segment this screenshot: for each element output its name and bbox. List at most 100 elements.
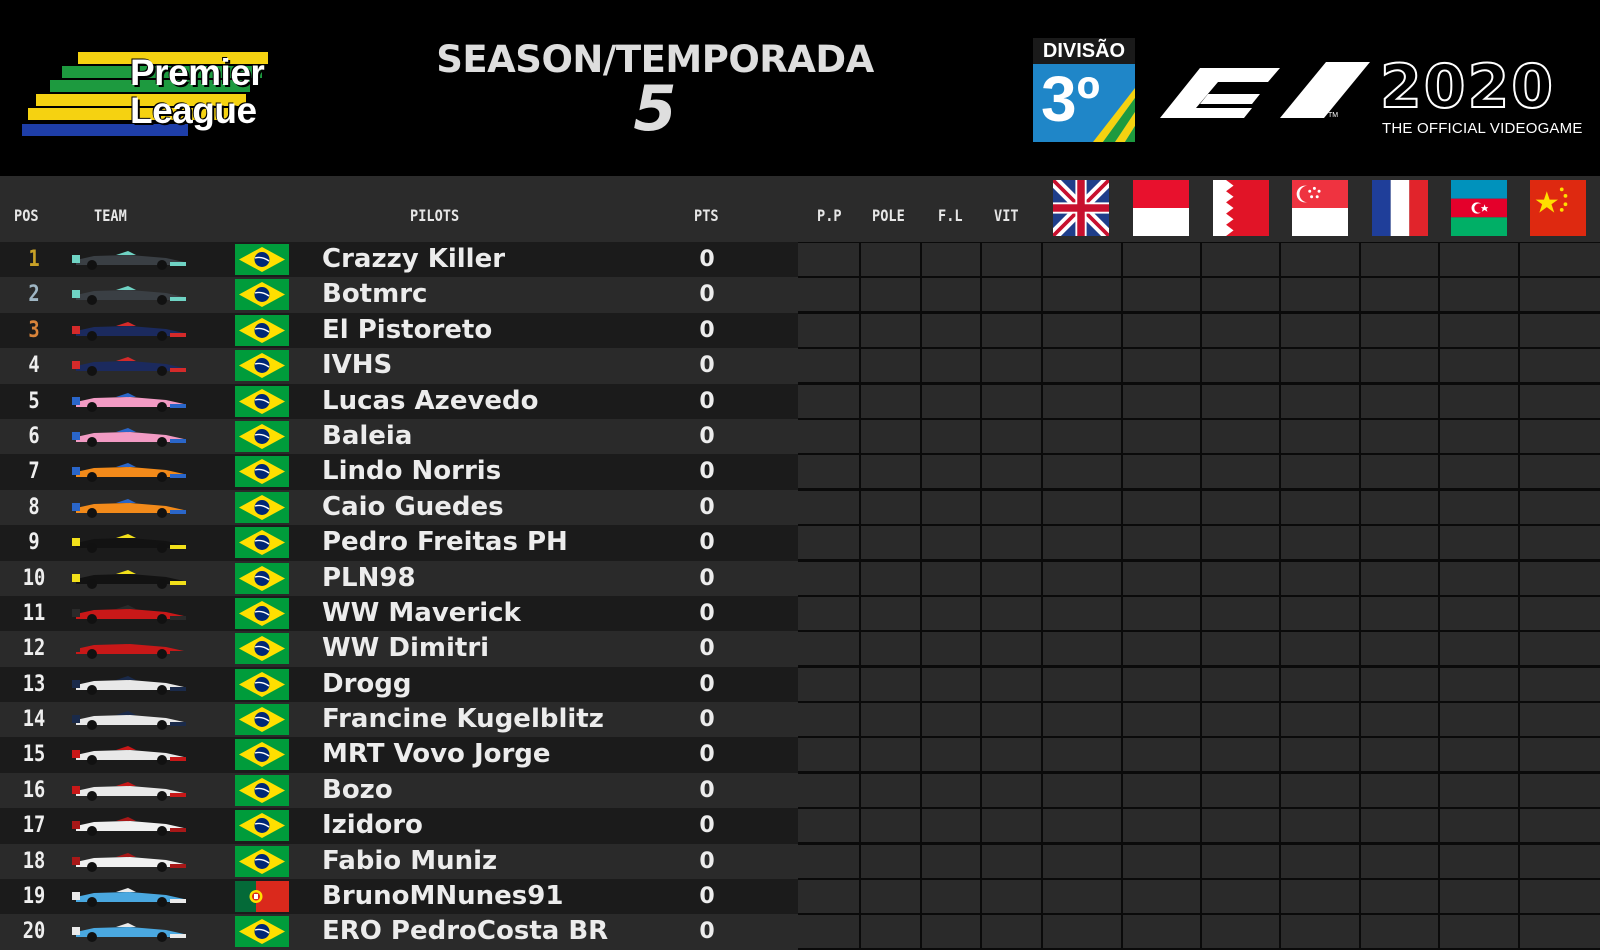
table-row: 17 Izidoro 0 (0, 808, 1600, 844)
result-cell (982, 809, 1041, 843)
result-cell (1123, 561, 1200, 595)
result-cell (1202, 349, 1279, 383)
table-row: 12 WW Dimitri 0 (0, 631, 1600, 667)
result-cell (798, 313, 859, 347)
result-cell (1043, 703, 1121, 737)
points: 0 (699, 388, 715, 414)
row-info: 13 Drogg 0 (0, 666, 798, 703)
result-cell (922, 596, 980, 630)
result-cell (982, 667, 1041, 701)
result-cell (798, 703, 859, 737)
ferrari-car-icon (72, 604, 186, 624)
brazil-flag-icon (235, 562, 289, 594)
renault-car-icon (72, 569, 186, 589)
result-cell (982, 844, 1041, 878)
result-cell (1361, 596, 1438, 630)
result-cell (1520, 738, 1600, 772)
result-cell (1202, 313, 1279, 347)
result-cell (1281, 561, 1359, 595)
position: 4 (28, 353, 40, 379)
column-pilots: PILOTS (410, 206, 460, 225)
position: 15 (22, 742, 46, 768)
result-cell (922, 561, 980, 595)
standings-table: 1 Crazzy Killer 0 2 Botmrc 0 3 El Pistoreto 0 4 IV… (0, 242, 1600, 950)
result-cell (982, 738, 1041, 772)
row-info: 16 Bozo 0 (0, 772, 798, 809)
result-cell (1043, 880, 1121, 914)
result-cell (1043, 243, 1121, 276)
singapore-flag-icon (1292, 180, 1348, 236)
points: 0 (699, 247, 715, 272)
result-cell (1281, 773, 1359, 807)
table-row: 8 Caio Guedes 0 (0, 489, 1600, 526)
pilot-name: IVHS (322, 350, 393, 381)
result-cell (1281, 243, 1359, 276)
row-info: 6 Baleia 0 (0, 418, 798, 455)
position: 7 (28, 459, 40, 485)
result-cell (1281, 278, 1359, 312)
table-row: 16 Bozo 0 (0, 772, 1600, 809)
result-cell (1440, 243, 1518, 276)
column-vit: VIT (994, 206, 1019, 225)
mercedes-car-icon (72, 286, 186, 306)
result-cell (922, 526, 980, 560)
result-cell (1202, 703, 1279, 737)
table-row: 5 Lucas Azevedo 0 (0, 383, 1600, 419)
result-cell (1281, 844, 1359, 878)
brazil-flag-icon (235, 916, 289, 948)
result-cell (1281, 384, 1359, 418)
result-cell (1361, 561, 1438, 595)
points: 0 (699, 353, 715, 379)
pilot-name: Caio Guedes (322, 491, 504, 522)
table-row: 20 ERO PedroCosta BR 0 (0, 914, 1600, 950)
result-cell (982, 703, 1041, 737)
result-cell (1043, 667, 1121, 701)
result-cell (798, 632, 859, 666)
result-cell (1281, 703, 1359, 737)
williams-car-icon (72, 888, 186, 908)
pilot-name: Bozo (322, 774, 393, 805)
points: 0 (699, 813, 715, 839)
result-cell (1520, 915, 1600, 949)
points: 0 (699, 884, 715, 910)
result-cell (1043, 526, 1121, 560)
alphatauri-car-icon (72, 711, 186, 731)
result-cell (1123, 809, 1200, 843)
position: 19 (22, 884, 46, 910)
result-cell (798, 667, 859, 701)
result-cell (922, 632, 980, 666)
result-cell (1043, 596, 1121, 630)
column-pole: POLE (872, 206, 905, 225)
points: 0 (699, 423, 715, 449)
result-cell (1361, 880, 1438, 914)
result-cell (982, 384, 1041, 418)
result-cell (861, 667, 920, 701)
table-row: 18 Fabio Muniz 0 (0, 843, 1600, 880)
result-cell (1123, 349, 1200, 383)
result-cell (1281, 632, 1359, 666)
bahrain-flag-icon (1213, 180, 1269, 236)
pilot-name: Lindo Norris (322, 456, 502, 487)
pilot-name: MRT Vovo Jorge (322, 739, 551, 770)
result-cell (861, 703, 920, 737)
result-cell (1440, 313, 1518, 347)
pilot-name: Lucas Azevedo (322, 385, 539, 416)
result-cell (1202, 773, 1279, 807)
result-cell (861, 349, 920, 383)
result-cell (1361, 490, 1438, 524)
brazil-flag-icon (235, 385, 289, 417)
monaco-flag-icon (1133, 180, 1189, 236)
game-subtitle: THE OFFICIAL VIDEOGAME (1382, 120, 1583, 137)
result-cell (1202, 419, 1279, 453)
result-cell (1123, 384, 1200, 418)
column-pos: POS (14, 206, 39, 225)
result-cell (982, 349, 1041, 383)
brazil-flag-icon (235, 739, 289, 771)
result-cell (1520, 596, 1600, 630)
position: 9 (28, 530, 40, 556)
result-cell (1123, 526, 1200, 560)
result-cell (798, 526, 859, 560)
result-cell (861, 632, 920, 666)
result-cell (922, 243, 980, 276)
result-cell (1520, 844, 1600, 878)
